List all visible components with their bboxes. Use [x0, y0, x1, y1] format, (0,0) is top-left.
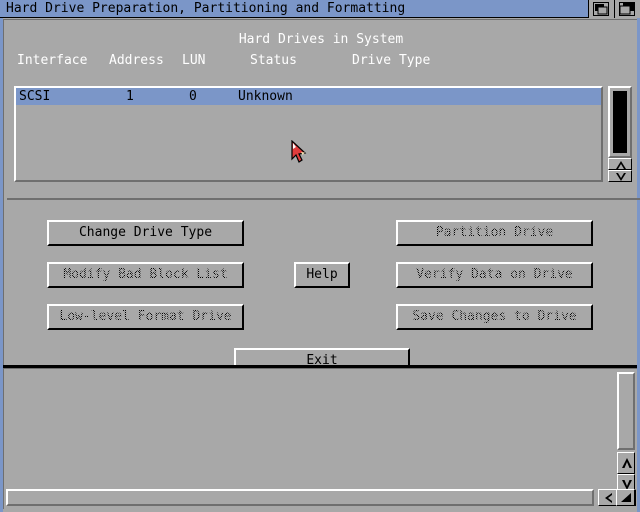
output-window	[3, 368, 637, 509]
scrollbar-thumb[interactable]	[613, 91, 627, 153]
column-header-drive-type: Drive Type	[352, 53, 431, 68]
drives-list-scrollbar[interactable]	[608, 86, 632, 182]
depth-gadget[interactable]	[588, 0, 614, 18]
mouse-cursor-arrow	[291, 139, 307, 163]
screen: Hard Drive Preparation, Partitioning and…	[0, 0, 640, 512]
change-drive-type-button[interactable]: Change Drive Type	[47, 220, 244, 246]
column-header-lun: LUN	[182, 53, 206, 68]
resize-gadget-icon	[621, 493, 631, 502]
output-scroll-left-button[interactable]	[598, 489, 617, 506]
cell-lun: 0	[189, 89, 197, 104]
window-title: Hard Drive Preparation, Partitioning and…	[6, 1, 406, 16]
drives-list[interactable]: SCSI 1 0 Unknown	[14, 86, 603, 182]
verify-data-on-drive-button[interactable]: Verify Data on Drive	[396, 262, 593, 288]
mouse-cursor	[290, 139, 310, 166]
panel-separator	[7, 198, 640, 200]
column-header-address: Address	[109, 53, 164, 68]
zoom-gadget[interactable]	[614, 0, 640, 18]
cell-status: Unknown	[238, 89, 293, 104]
low-level-format-drive-button[interactable]: Low-level Format Drive	[47, 304, 244, 330]
drives-panel: Hard Drives in System Interface Address …	[3, 19, 640, 374]
title-bar[interactable]: Hard Drive Preparation, Partitioning and…	[0, 0, 640, 18]
scroll-left-icon	[605, 493, 612, 503]
scroll-up-icon	[616, 161, 626, 169]
cell-interface: SCSI	[19, 89, 51, 104]
title-bar-gadgets	[588, 0, 640, 18]
save-changes-to-drive-button[interactable]: Save Changes to Drive	[396, 304, 593, 330]
window-depth-icon	[593, 2, 609, 16]
hdtoolbox-window: Hard Drive Preparation, Partitioning and…	[0, 0, 640, 512]
list-heading: Hard Drives in System	[238, 32, 404, 47]
output-scroll-up-button[interactable]	[617, 452, 635, 474]
output-horizontal-scrollbar-track[interactable]	[6, 489, 594, 506]
scroll-up-icon	[622, 458, 632, 468]
output-vertical-scrollbar-track[interactable]	[617, 372, 635, 450]
column-header-status: Status	[250, 53, 297, 68]
modify-bad-block-list-button[interactable]: Modify Bad Block List	[47, 262, 244, 288]
scrollbar-up-button[interactable]	[608, 158, 632, 170]
output-horizontal-scrollbar-thumb[interactable]	[10, 493, 590, 502]
cell-address: 1	[126, 89, 134, 104]
output-resize-gadget[interactable]	[616, 489, 635, 506]
help-button[interactable]: Help	[294, 262, 350, 288]
window-zoom-icon	[619, 2, 635, 16]
scrollbar-down-button[interactable]	[608, 170, 632, 182]
drives-list-inner: SCSI 1 0 Unknown	[16, 88, 601, 180]
column-header-interface: Interface	[17, 53, 88, 68]
table-row[interactable]: SCSI 1 0 Unknown	[16, 88, 601, 105]
scroll-down-icon	[616, 173, 626, 181]
column-headers: Interface Address LUN Status Drive Type	[4, 53, 638, 69]
partition-drive-button[interactable]: Partition Drive	[396, 220, 593, 246]
scrollbar-track[interactable]	[608, 86, 632, 158]
output-vertical-scrollbar-thumb[interactable]	[621, 376, 631, 446]
